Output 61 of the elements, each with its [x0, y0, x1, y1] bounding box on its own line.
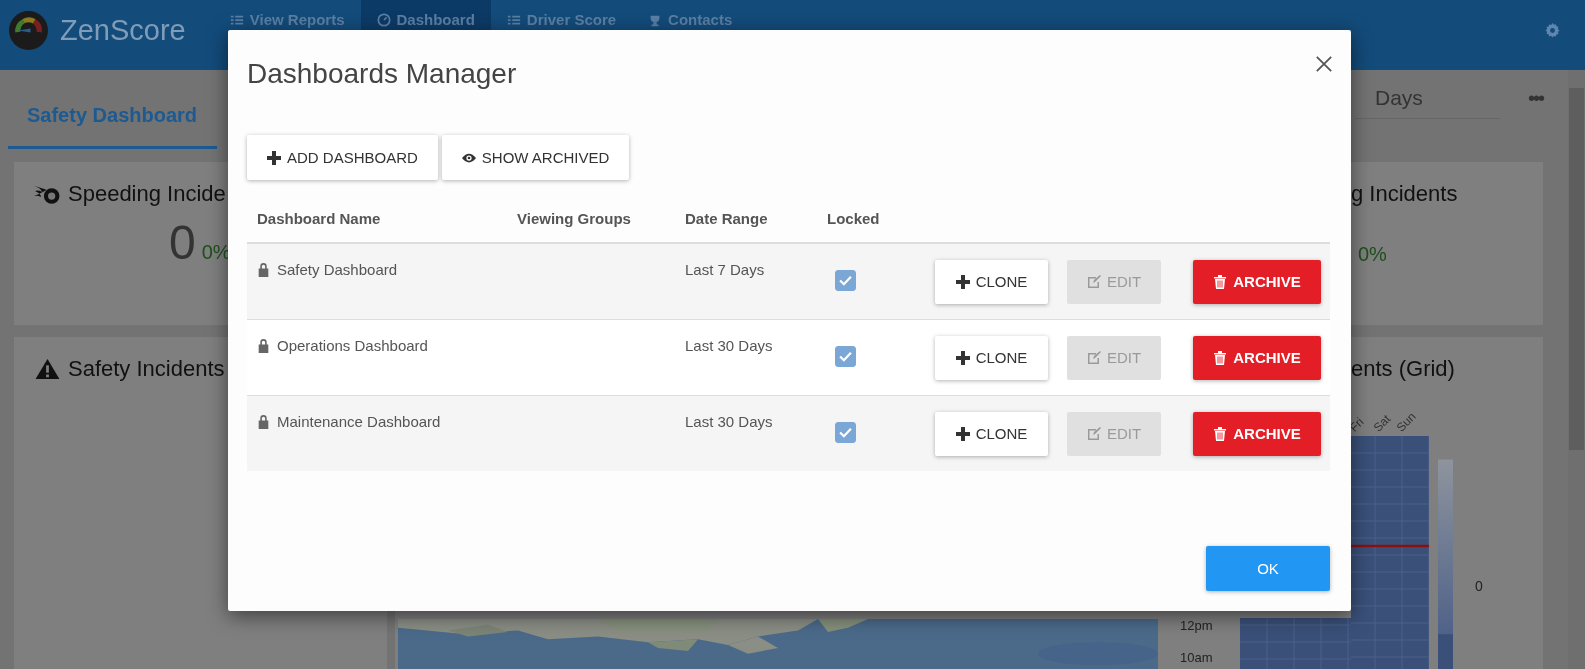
archive-button[interactable]: ARCHIVE [1193, 335, 1321, 380]
plus-icon [955, 350, 970, 365]
list-icon [229, 13, 244, 27]
toolbar-button[interactable]: ADD DASHBOARD [247, 135, 438, 180]
locked-checkbox[interactable] [835, 346, 856, 367]
archive-button[interactable]: ARCHIVE [1193, 411, 1321, 456]
locked-checkbox[interactable] [835, 270, 856, 291]
card-title: g Incidents [1351, 181, 1458, 207]
hour-label: 12pm [1179, 617, 1214, 635]
day-label: Sat [1370, 410, 1394, 436]
warning-icon [34, 358, 61, 380]
check-icon [839, 275, 852, 286]
column-header: Viewing Groups [517, 209, 632, 227]
card-title: ents (Grid) [1351, 356, 1455, 382]
check-icon [839, 427, 852, 438]
edit-icon [1086, 426, 1101, 441]
trash-icon [1213, 274, 1228, 289]
close-icon[interactable] [1315, 55, 1333, 73]
nav-item[interactable]: Driver Score [490, 0, 633, 60]
plus-icon [267, 150, 281, 165]
list-icon [506, 13, 521, 27]
nav-item[interactable]: Contacts [632, 0, 749, 60]
nav-item[interactable]: View Reports [213, 0, 361, 60]
date-range-select[interactable]: Days [1355, 86, 1500, 119]
trash-icon [1213, 350, 1228, 365]
gauge-logo-icon [8, 9, 49, 51]
column-header: Dashboard Name [256, 209, 382, 227]
column-header: Date Range [685, 209, 769, 227]
metric-change: 0% [1358, 243, 1387, 266]
card-title: Speeding Incide [68, 181, 226, 207]
clone-button[interactable]: CLONE [935, 335, 1048, 380]
scale-label: 0 [1475, 578, 1483, 596]
card-title: Safety Incidents [68, 356, 225, 382]
settings-icon[interactable] [1544, 21, 1561, 39]
dialog-title: Dashboards Manager [247, 58, 517, 90]
dashboard-name: Operations Dashboard [277, 337, 428, 354]
check-icon [839, 351, 852, 362]
more-menu[interactable]: ••• [1528, 87, 1543, 110]
scrollbar[interactable] [1568, 70, 1585, 669]
clone-button[interactable]: CLONE [935, 411, 1048, 456]
date-range: Last 30 Days [685, 337, 773, 354]
edit-icon [1086, 350, 1101, 365]
column-header: Locked [827, 209, 881, 227]
ok-button[interactable]: OK [1206, 546, 1330, 591]
day-label: Sun [1394, 408, 1421, 436]
date-range: Last 7 Days [685, 261, 765, 278]
app-name: ZenScore [60, 13, 186, 47]
clone-button[interactable]: CLONE [935, 259, 1048, 304]
metric-value: 0 [169, 215, 196, 270]
toolbar-button[interactable]: SHOW ARCHIVED [441, 135, 630, 180]
hour-label: 10am [1179, 649, 1214, 667]
archive-button[interactable]: ARCHIVE [1193, 259, 1321, 304]
dashboard-name: Safety Dashboard [277, 261, 398, 278]
date-range: Last 30 Days [685, 413, 773, 430]
trash-icon [1213, 426, 1228, 441]
edit-icon [1086, 274, 1101, 289]
dashboard-name: Maintenance Dashboard [277, 413, 441, 430]
gauge-icon [376, 13, 391, 27]
plus-icon [955, 426, 970, 441]
locked-checkbox[interactable] [835, 422, 856, 443]
plus-icon [955, 274, 970, 289]
